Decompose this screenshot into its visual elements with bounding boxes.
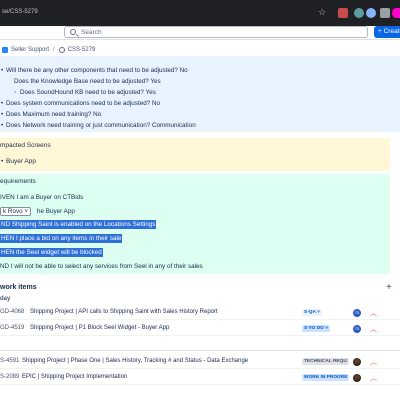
issue-key[interactable]: S-4591 [0,358,19,364]
status-badge[interactable]: S-QA ˅ [302,309,322,316]
project-icon [2,47,8,53]
breadcrumb: Seller Support / CSS-5279 [0,44,95,56]
search-icon [70,29,76,35]
extension-icon[interactable] [366,8,376,18]
extension-icon[interactable] [338,8,348,18]
link-group-label: day [0,296,11,302]
profile-avatar-icon[interactable] [392,8,400,18]
table-row[interactable]: S-2089 EPIC | Shipping Project Implement… [0,372,400,385]
url-text[interactable]: se/CSS-5279 [2,9,38,15]
priority-high-icon: ︿ [370,359,377,366]
issue-key[interactable]: GD-4519 [0,325,24,331]
search-input[interactable]: Search [64,26,368,38]
requirement-given-tail: k Rovo ˅ he Buyer App [0,207,75,216]
list-item: Does Maximum need training? No [1,111,101,118]
requirements-panel: equirements IVEN I am a Buyer on CTBids … [0,174,390,274]
search-placeholder: Search [81,29,102,36]
breadcrumb-project[interactable]: Seller Support [11,47,49,53]
avatar [353,374,361,382]
issue-summary[interactable]: Shipping Project | API calls to Shipping… [30,309,218,315]
create-button[interactable]: + Create [374,26,400,38]
avatar [353,358,361,366]
status-badge[interactable]: TECHNICAL REQU [302,358,349,365]
avatar: TS [353,325,361,333]
requirement-given: IVEN I am a Buyer on CTBids [0,194,84,201]
issue-summary[interactable]: Shipping Project | P1 Block Seel Widget … [30,325,169,331]
issue-summary[interactable]: Shipping Project | Phase One | Sales His… [22,358,248,364]
issue-key[interactable]: S-2089 [0,374,19,380]
requirement-then: HEN the Seel widget will be blocked [0,248,103,257]
extension-icon[interactable] [380,8,390,18]
divider [0,350,400,351]
table-row[interactable]: GD-4519 Shipping Project | P1 Block Seel… [0,323,400,336]
panel-heading: mpacted Screens [0,142,51,149]
selected-text: HEN I place a bid on any items in their … [0,234,123,243]
list-item: Will there be any other components that … [1,67,188,74]
list-item: Buyer App [1,158,36,165]
priority-high-icon: ︿ [370,310,377,317]
description-list-panel: Will there be any other components that … [0,56,400,132]
requirement-text: he Buyer App [37,208,75,215]
add-link-button[interactable]: + [386,282,392,293]
selected-text: HEN the Seel widget will be blocked [0,248,103,257]
linked-work-items-heading: work items [0,284,37,291]
requirement-and-2: ND I will not be able to select any serv… [0,263,203,270]
list-item: Does SoundHound KB need to be adjusted? … [14,89,156,96]
extension-icon[interactable] [354,8,364,18]
status-badge[interactable]: WORK IN PROGRE [302,374,350,381]
avatar: TS [353,309,361,317]
list-item: Does the Knowledge Base need to be adjus… [14,78,161,85]
top-navigation: Search + Create [0,26,400,40]
issue-summary[interactable]: EPIC | Shipping Project Implementation [22,374,127,380]
impacted-screens-panel: mpacted Screens Buyer App [0,138,390,171]
panel-heading: equirements [0,178,36,185]
table-row[interactable]: GD-4068 Shipping Project | API calls to … [0,307,400,320]
selected-text: ND Shipping Saint is enabled on the Loca… [0,220,157,229]
breadcrumb-separator: / [53,47,55,53]
priority-high-icon: ︿ [370,375,377,382]
list-item: Does Network need training or just commu… [1,122,196,129]
browser-toolbar: se/CSS-5279 ☆ [0,0,400,26]
status-badge[interactable]: S-TO DO ˅ [302,325,331,332]
requirement-and: ND Shipping Saint is enabled on the Loca… [0,220,157,229]
requirement-when: HEN I place a bid on any items in their … [0,234,123,243]
priority-high-icon: ︿ [370,326,377,333]
list-item: Does system communications need to be ad… [1,100,160,107]
issue-type-icon [58,47,65,53]
table-row[interactable]: S-4591 Shipping Project | Phase One | Sa… [0,356,400,369]
breadcrumb-issue[interactable]: CSS-5279 [68,47,96,53]
rovo-select[interactable]: k Rovo ˅ [0,207,32,216]
issue-key[interactable]: GD-4068 [0,309,24,315]
bookmark-star-icon[interactable]: ☆ [318,7,326,18]
